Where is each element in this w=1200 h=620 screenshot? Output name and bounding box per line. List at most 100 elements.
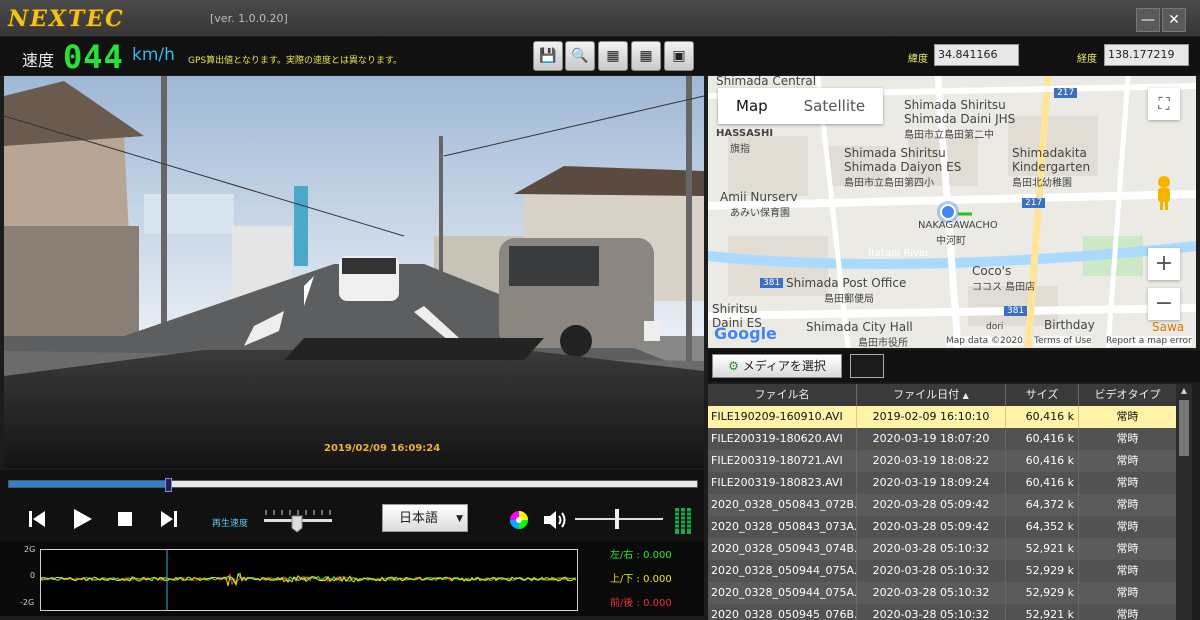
close-button[interactable]: ✕ [1162, 8, 1186, 32]
volume-handle[interactable] [615, 509, 620, 529]
table-row[interactable]: 2020_0328_050843_072B.MP2020-03-28 05:09… [708, 494, 1176, 516]
video-frame [4, 76, 704, 468]
column-header-filename[interactable]: ファイル名 [708, 384, 857, 406]
file-date-cell: 2020-03-28 05:09:42 [857, 494, 1006, 516]
zoom-out-button[interactable]: − [1148, 288, 1180, 320]
g-sensor-graph[interactable] [40, 549, 578, 611]
table-row[interactable]: 2020_0328_050843_073A.MP2020-03-28 05:09… [708, 516, 1176, 538]
zoom-icon: 🔍 [571, 48, 589, 64]
location-marker [940, 204, 956, 220]
terms-link[interactable]: Terms of Use [1034, 336, 1092, 346]
column-header-date-label: ファイル日付 [893, 388, 960, 401]
playback-speed-label: 再生速度 [212, 519, 249, 529]
file-type-cell: 常時 [1116, 608, 1139, 620]
color-wheel-button[interactable] [509, 510, 529, 530]
report-error-link[interactable]: Report a map error [1106, 336, 1192, 346]
map-view[interactable]: Map Satellite ⛶ + − Shimada Central HASSA… [708, 76, 1196, 348]
play-icon [74, 509, 92, 529]
select-media-button[interactable]: ⚙ メディアを選択 [712, 354, 842, 378]
media-indicator [850, 354, 884, 378]
app-version: [ver. 1.0.0.20] [210, 12, 288, 25]
table-row[interactable]: 2020_0328_050943_074B.MP2020-03-28 05:10… [708, 538, 1176, 560]
speed-readout: 044 [63, 38, 124, 76]
street-view-button[interactable] [1152, 174, 1176, 212]
column-header-type[interactable]: ビデオタイプ [1079, 384, 1176, 406]
map-label: Shimada City Hall [806, 320, 913, 334]
seek-handle[interactable] [165, 478, 173, 492]
photo-button[interactable]: ▣ [664, 41, 694, 71]
file-name-cell: FILE200319-180823.AVI [708, 472, 857, 494]
next-button[interactable] [154, 504, 184, 534]
layout-grid-icon: ▦ [639, 48, 653, 64]
title-bar: NEXTEC [ver. 1.0.0.20] — ✕ [0, 0, 1200, 37]
file-date-cell: 2020-03-19 18:08:22 [857, 450, 1006, 472]
map-label: Shimada Shiritsu [844, 146, 946, 160]
longitude-label: 経度 [1077, 54, 1097, 65]
layout-grid-button[interactable]: ▦ [631, 41, 661, 71]
file-type-cell: 常時 [1116, 520, 1139, 533]
file-type-cell: 常時 [1116, 498, 1139, 511]
scroll-up-icon[interactable]: ▲ [1178, 386, 1190, 396]
table-row[interactable]: FILE200319-180721.AVI 2020-03-19 18:08:22… [708, 450, 1176, 472]
stop-button[interactable] [110, 504, 140, 534]
zoom-button[interactable]: 🔍 [565, 41, 595, 71]
file-table-scrollbar[interactable]: ▲ [1176, 384, 1192, 620]
column-header-size[interactable]: サイズ [1006, 384, 1079, 406]
map-label: Amii Nurserv [720, 190, 798, 204]
save-icon: 💾 [539, 48, 557, 64]
speed-label: 速度 [22, 51, 55, 70]
latitude-field[interactable]: 34.841166 [934, 44, 1019, 66]
file-name-cell: 2020_0328_050843_073A.MP [708, 516, 857, 538]
chevron-down-icon: ▼ [456, 514, 463, 524]
save-button[interactable]: 💾 [533, 41, 563, 71]
layout-split-icon: ▦ [606, 48, 620, 64]
map-label: 島田北幼稚園 [1012, 178, 1072, 189]
google-logo: Google [714, 324, 777, 343]
map-type-control[interactable]: Map Satellite [718, 88, 884, 124]
map-label: ココス 島田店 [972, 282, 1036, 293]
previous-button[interactable] [22, 504, 52, 534]
seek-bar-area [0, 470, 704, 496]
play-button[interactable] [66, 504, 96, 534]
route-shield: 217 [1022, 198, 1046, 208]
scrollbar-thumb[interactable] [1179, 400, 1189, 456]
map-label: Shimada Daiyon ES [844, 160, 962, 174]
playback-speed-slider[interactable] [262, 506, 334, 534]
table-row[interactable]: 2020_0328_050945_076B.MP2020-03-28 05:10… [708, 604, 1176, 620]
file-name-cell: FILE200319-180620.AVI [708, 428, 857, 450]
volume-slider[interactable] [575, 509, 663, 529]
minimize-button[interactable]: — [1136, 8, 1160, 32]
language-select[interactable]: 日本語 ▼ [382, 504, 468, 532]
table-row[interactable]: FILE190209-160910.AVI 2019-02-09 16:10:10… [708, 406, 1176, 428]
file-type-cell: 常時 [1116, 454, 1139, 467]
file-name-cell: 2020_0328_050945_076B.MP [708, 604, 857, 620]
map-label: 旗指 [730, 144, 750, 155]
map-label: Shiritsu [712, 302, 758, 316]
minus-icon: − [1154, 291, 1174, 316]
color-wheel-icon [510, 511, 528, 529]
longitude-field[interactable]: 138.177219 [1104, 44, 1189, 66]
map-label: Shimada Post Office [786, 276, 907, 290]
video-player[interactable]: 2019/02/09 16:09:24 [4, 76, 704, 468]
speaker-icon [544, 511, 566, 529]
volume-button[interactable] [542, 508, 568, 532]
layout-split-button[interactable]: ▦ [598, 41, 628, 71]
table-row[interactable]: 2020_0328_050944_075A.MP2020-03-28 05:10… [708, 582, 1176, 604]
zoom-in-button[interactable]: + [1148, 248, 1180, 280]
satellite-tab[interactable]: Satellite [786, 88, 883, 124]
table-row[interactable]: FILE200319-180823.AVI 2020-03-19 18:09:24… [708, 472, 1176, 494]
table-row[interactable]: FILE200319-180620.AVI 2020-03-19 18:07:20… [708, 428, 1176, 450]
map-tab[interactable]: Map [718, 88, 786, 124]
map-label: 島田市立島田第四小 [844, 178, 934, 189]
table-row[interactable]: 2020_0328_050944_075A.MP2020-03-28 05:10… [708, 560, 1176, 582]
map-label: Shimadakita [1012, 146, 1087, 160]
table-header: ファイル名 ファイル日付 ▲ サイズ ビデオタイプ [708, 384, 1176, 406]
file-size-cell: 64,352 k [1006, 516, 1079, 538]
seek-bar[interactable] [8, 478, 698, 492]
g-front-back-readout: 前/後 : 0.000 [610, 598, 672, 609]
fullscreen-button[interactable]: ⛶ [1148, 88, 1180, 120]
info-header: 速度 044 km/h GPS算出値となります。実際の速度とは異なります。 💾 … [0, 37, 1200, 76]
map-label: 島田市立島田第二中 [904, 130, 994, 141]
photo-icon: ▣ [672, 48, 686, 64]
column-header-date[interactable]: ファイル日付 ▲ [857, 384, 1006, 406]
